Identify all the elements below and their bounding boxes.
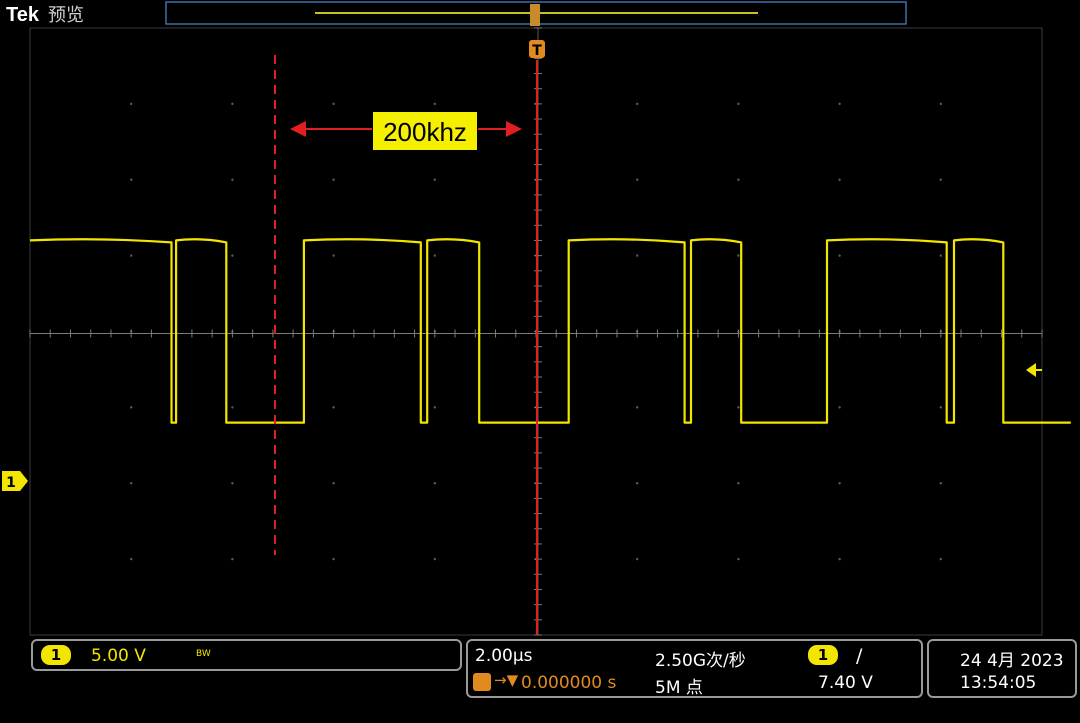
channel-1-scale: 5.00 V: [91, 646, 146, 666]
horizontal-settings-box[interactable]: 2.00µs 2.50G次/秒 1 / →▼ 0.000000 s 5M 点 7…: [466, 639, 923, 698]
trigger-position-marker[interactable]: T: [529, 40, 545, 59]
overview-trigger-marker-icon: [530, 4, 540, 26]
time-label: 13:54:05: [960, 673, 1037, 693]
trigger-source-badge: 1: [808, 645, 838, 665]
trigger-marker-icon: T: [532, 43, 542, 59]
channel-1-marker-label: 1: [6, 475, 16, 491]
channel-1-badge: 1: [41, 645, 71, 665]
bandwidth-limit-icon: BW: [196, 649, 211, 659]
trigger-level: 7.40 V: [818, 673, 873, 693]
record-length: 5M 点: [655, 678, 703, 698]
brand-label: Tek: [6, 4, 40, 26]
horizontal-position: 0.000000 s: [521, 673, 617, 693]
frequency-label: 200khz: [383, 117, 467, 147]
trigger-slope-icon: /: [856, 645, 863, 667]
channel-1-ground-marker[interactable]: 1: [2, 471, 28, 491]
date-label: 24 4月 2023: [960, 651, 1064, 671]
delay-arrow-icon: →▼: [494, 671, 519, 689]
acquisition-mode-label: 预览: [48, 5, 84, 26]
trigger-position-icon: [473, 673, 491, 691]
timebase-scale: 2.00µs: [475, 646, 533, 666]
date-time-box: 24 4月 2023 13:54:05: [927, 639, 1077, 698]
channel-1-settings-box[interactable]: 1 5.00 V BW: [31, 639, 462, 671]
oscilloscope-display: Tek 预览 T 200khz 1: [0, 0, 1080, 636]
sample-rate: 2.50G次/秒: [655, 651, 746, 671]
